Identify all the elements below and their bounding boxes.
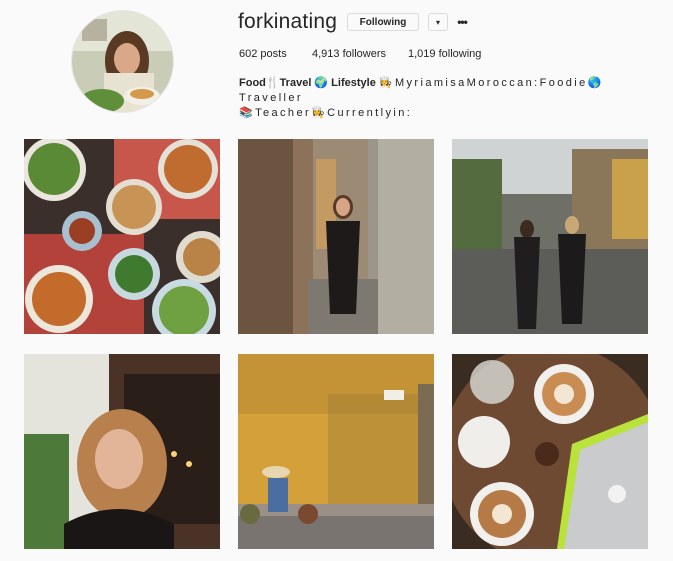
more-options-icon[interactable]: •••: [455, 13, 469, 31]
avatar-photo: [72, 11, 173, 112]
chevron-down-icon[interactable]: ▾: [428, 13, 448, 31]
post-thumbnail[interactable]: [238, 139, 434, 334]
bio-name: Food🍴Travel 🌍 Lifestyle: [239, 77, 376, 89]
post-thumbnail[interactable]: [24, 354, 220, 549]
alley-photo: [238, 139, 434, 334]
followers-count[interactable]: 4,913 followers: [312, 48, 386, 60]
food-spread-photo: [24, 139, 220, 334]
posts-count: 602 posts: [239, 48, 287, 60]
portrait-photo: [24, 354, 220, 549]
following-count[interactable]: 1,019 following: [408, 48, 481, 60]
post-thumbnail[interactable]: [24, 139, 220, 334]
coffee-laptop-photo: [452, 354, 648, 549]
yellow-wall-photo: [238, 354, 434, 549]
post-thumbnail[interactable]: [238, 354, 434, 549]
profile-username: forkinating: [238, 10, 338, 33]
profile-bio: Food🍴Travel 🌍 Lifestyle 👩‍🍳MyriamisaMoro…: [239, 76, 659, 121]
post-thumbnail[interactable]: [452, 354, 648, 549]
street-photo: [452, 139, 648, 334]
profile-avatar[interactable]: [71, 10, 174, 113]
following-button[interactable]: Following: [347, 13, 419, 31]
bio-line-2: 📚Teacher👩‍🍳Currentlyin:: [239, 107, 413, 119]
post-thumbnail[interactable]: [452, 139, 648, 334]
